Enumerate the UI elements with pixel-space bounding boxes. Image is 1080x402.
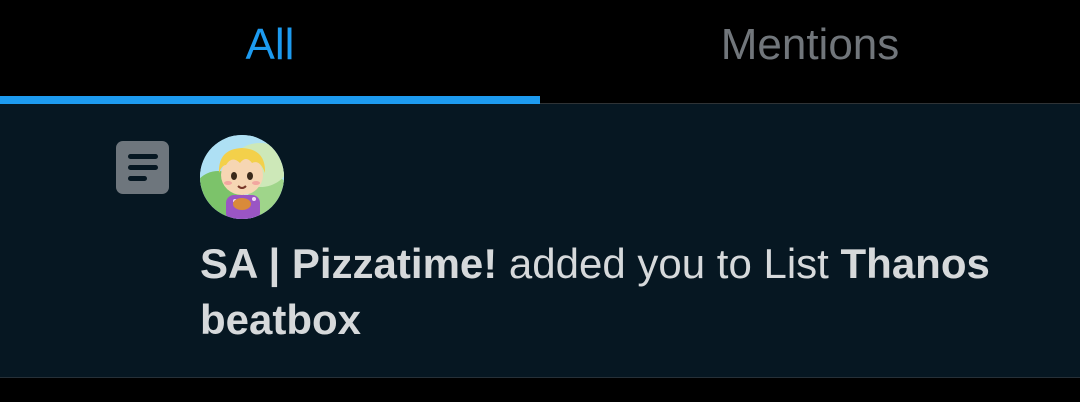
list-icon <box>116 141 169 194</box>
avatar[interactable] <box>200 135 284 219</box>
notification-tabs: All Mentions <box>0 0 1080 104</box>
tab-all-label: All <box>245 19 295 69</box>
active-tab-indicator <box>0 96 540 104</box>
actor-name[interactable]: SA | Pizzatime! <box>200 240 497 287</box>
notification-item[interactable]: SA | Pizzatime! added you to List Thanos… <box>0 104 1080 378</box>
action-text: added you to List <box>497 240 841 287</box>
notification-text: SA | Pizzatime! added you to List Thanos… <box>200 236 1050 348</box>
tab-all[interactable]: All <box>0 0 540 103</box>
bottom-strip <box>0 379 1080 402</box>
tab-mentions[interactable]: Mentions <box>540 0 1080 103</box>
tab-mentions-label: Mentions <box>720 19 900 69</box>
animal-crossing-villager-avatar-icon <box>200 135 284 219</box>
